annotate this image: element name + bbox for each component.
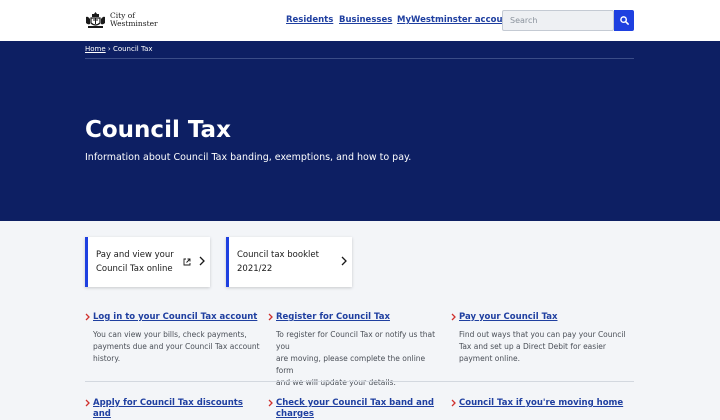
link-discounts-exemptions[interactable]: Apply for Council Tax discounts and exem…: [85, 398, 260, 420]
card-line-2: Council Tax online: [96, 264, 173, 274]
link-title-text: Register for Council Tax: [276, 312, 390, 322]
link-title-text: charges: [276, 409, 314, 419]
desc-line: are moving, please complete the online f…: [276, 354, 426, 375]
desc-line: Tax and set up a Direct Debit for easier: [459, 342, 606, 351]
nav-residents[interactable]: Residents: [286, 15, 333, 25]
desc-line: payment online.: [459, 354, 521, 363]
nav-mywestminster-accounts[interactable]: MyWestminster accounts: [397, 15, 518, 25]
link-block-band: Check your Council Tax band and charges: [268, 398, 443, 420]
link-block-moving: Council Tax if you're moving home: [451, 398, 626, 409]
breadcrumb: Home › Council Tax: [85, 45, 153, 53]
card-council-tax-booklet[interactable]: Council tax booklet 2021/22: [226, 237, 352, 287]
search-icon: [619, 16, 629, 25]
desc-line: payments due and your Council Tax accoun…: [93, 342, 260, 351]
westminster-logo[interactable]: City of Westminster: [85, 11, 158, 29]
chevron-right-icon: [341, 256, 347, 266]
search-input[interactable]: Search: [502, 10, 614, 31]
page-title: Council Tax: [85, 117, 231, 143]
desc-line: Find out ways that you can pay your Coun…: [459, 330, 626, 339]
desc-line: You can view your bills, check payments,: [93, 330, 247, 339]
breadcrumb-separator: ›: [107, 45, 111, 53]
link-login-council-tax-account[interactable]: Log in to your Council Tax account: [85, 312, 260, 323]
link-block-pay: Pay your Council Tax Find out ways that …: [451, 312, 626, 365]
link-check-band-charges[interactable]: Check your Council Tax band and charges: [268, 398, 443, 420]
link-title-text: Check your Council Tax band and: [276, 398, 434, 408]
chevron-right-icon: [268, 313, 273, 321]
chevron-right-icon: [451, 399, 456, 407]
chevron-right-icon: [451, 313, 456, 321]
breadcrumb-current: Council Tax: [112, 45, 153, 53]
page-subtitle: Information about Council Tax banding, e…: [85, 152, 412, 163]
chevron-right-icon: [85, 399, 90, 407]
external-link-icon: [183, 258, 191, 266]
link-block-login: Log in to your Council Tax account You c…: [85, 312, 260, 365]
link-title-text: Apply for Council Tax discounts and: [93, 398, 243, 419]
link-description: Find out ways that you can pay your Coun…: [451, 329, 626, 365]
link-description: You can view your bills, check payments,…: [85, 329, 260, 365]
link-description: To register for Council Tax or notify us…: [268, 329, 443, 389]
site-header: City of Westminster Residents Businesses…: [0, 0, 720, 41]
link-title-text: Council Tax if you're moving home: [459, 398, 624, 408]
hero-divider: [85, 58, 634, 59]
chevron-right-icon: [199, 256, 205, 266]
logo-line-2: Westminster: [110, 19, 158, 28]
desc-line: To register for Council Tax or notify us…: [276, 330, 436, 351]
card-line-1: Pay and view your: [96, 250, 174, 260]
chevron-right-icon: [268, 399, 273, 407]
desc-line: history.: [93, 354, 121, 363]
search-button[interactable]: [614, 10, 634, 31]
chevron-right-icon: [85, 313, 90, 321]
hero-banner: Home › Council Tax Council Tax Informati…: [0, 41, 720, 221]
link-moving-home[interactable]: Council Tax if you're moving home: [451, 398, 626, 409]
link-block-discounts: Apply for Council Tax discounts and exem…: [85, 398, 260, 420]
breadcrumb-home[interactable]: Home: [85, 45, 106, 53]
section-divider: [85, 381, 634, 382]
card-pay-view-online[interactable]: Pay and view your Council Tax online: [85, 237, 210, 287]
link-title-text: Pay your Council Tax: [459, 312, 558, 322]
card-line-1: Council tax booklet: [237, 250, 319, 260]
desc-line: and we will update your details.: [276, 378, 396, 387]
card-line-2: 2021/22: [237, 264, 273, 274]
link-register-council-tax[interactable]: Register for Council Tax: [268, 312, 443, 323]
crest-icon: [86, 12, 105, 28]
link-title-text: Log in to your Council Tax account: [93, 312, 258, 322]
nav-businesses[interactable]: Businesses: [339, 15, 392, 25]
link-pay-council-tax[interactable]: Pay your Council Tax: [451, 312, 626, 323]
link-block-register: Register for Council Tax To register for…: [268, 312, 443, 389]
